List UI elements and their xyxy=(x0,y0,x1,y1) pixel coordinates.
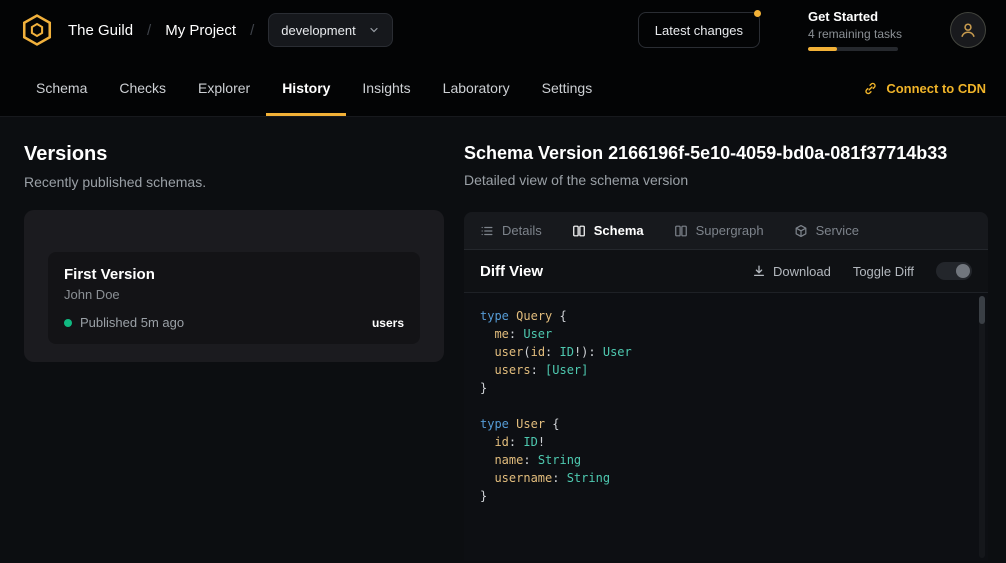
tab-insights[interactable]: Insights xyxy=(346,60,426,116)
code-line xyxy=(480,397,972,415)
version-detail-section: Schema Version 2166196f-5e10-4059-bd0a-0… xyxy=(464,117,1006,563)
tab-history[interactable]: History xyxy=(266,60,346,116)
latest-changes-button[interactable]: Latest changes xyxy=(638,12,760,48)
toggle-diff-label: Toggle Diff xyxy=(853,264,914,279)
breadcrumb-org[interactable]: The Guild xyxy=(68,22,133,39)
diff-view-title: Diff View xyxy=(480,263,543,280)
code-line: users: [User] xyxy=(480,361,972,379)
detail-tab-schema[interactable]: Schema xyxy=(572,223,644,238)
diff-actions: Download Toggle Diff xyxy=(752,262,972,280)
versions-title: Versions xyxy=(24,143,440,166)
get-started-progress-bar xyxy=(808,47,898,51)
versions-subtitle: Recently published schemas. xyxy=(24,174,440,190)
version-detail-panel: Details Schema Supergraph Service Diff View… xyxy=(464,212,988,561)
nav-tabs: SchemaChecksExplorerHistoryInsightsLabor… xyxy=(20,60,608,116)
breadcrumb-project[interactable]: My Project xyxy=(165,22,236,39)
link-icon xyxy=(863,81,878,96)
version-author: John Doe xyxy=(64,287,404,302)
hive-logo-icon[interactable] xyxy=(20,13,54,47)
breadcrumb-separator: / xyxy=(147,22,151,39)
detail-tab-label: Supergraph xyxy=(696,223,764,238)
service-icon xyxy=(794,224,808,238)
published-status-dot xyxy=(64,319,72,327)
download-button[interactable]: Download xyxy=(752,264,831,279)
version-list-item[interactable]: First Version John Doe Published 5m ago … xyxy=(48,252,420,344)
detail-tab-service[interactable]: Service xyxy=(794,223,859,238)
code-line: name: String xyxy=(480,451,972,469)
progress-fill xyxy=(808,47,837,51)
tab-settings[interactable]: Settings xyxy=(526,60,609,116)
detail-tab-label: Service xyxy=(816,223,859,238)
breadcrumb-separator: / xyxy=(250,22,254,39)
version-detail-subtitle: Detailed view of the schema version xyxy=(464,172,988,188)
detail-tab-details[interactable]: Details xyxy=(480,223,542,238)
tab-explorer[interactable]: Explorer xyxy=(182,60,266,116)
connect-cdn-link[interactable]: Connect to CDN xyxy=(863,60,986,116)
tab-checks[interactable]: Checks xyxy=(103,60,182,116)
target-selector-value: development xyxy=(281,23,355,38)
notification-dot xyxy=(754,10,761,17)
main-content: Versions Recently published schemas. Fir… xyxy=(0,117,1006,563)
version-status-row: Published 5m ago users xyxy=(64,315,404,330)
breadcrumb: The Guild / My Project / development xyxy=(68,13,393,47)
version-status: Published 5m ago xyxy=(80,315,184,330)
user-avatar[interactable] xyxy=(950,12,986,48)
code-line: me: User xyxy=(480,325,972,343)
schema-code-area: type Query { me: User user(id: ID!): Use… xyxy=(464,292,988,561)
schema-icon xyxy=(572,224,586,238)
code-block[interactable]: type Query { me: User user(id: ID!): Use… xyxy=(464,293,988,519)
download-label: Download xyxy=(773,264,831,279)
get-started-title: Get Started xyxy=(808,9,902,24)
version-name: First Version xyxy=(64,266,404,283)
tab-laboratory[interactable]: Laboratory xyxy=(427,60,526,116)
diff-view-header: Diff View Download Toggle Diff xyxy=(464,250,988,292)
list-icon xyxy=(480,224,494,238)
versions-card: First Version John Doe Published 5m ago … xyxy=(24,210,444,362)
scrollbar-thumb[interactable] xyxy=(979,296,985,324)
app: The Guild / My Project / development Lat… xyxy=(0,0,1006,563)
code-line: username: String xyxy=(480,469,972,487)
toggle-diff-switch[interactable] xyxy=(936,262,972,280)
detail-tab-label: Details xyxy=(502,223,542,238)
top-bar-right: Latest changes Get Started 4 remaining t… xyxy=(638,9,986,51)
version-detail-title: Schema Version 2166196f-5e10-4059-bd0a-0… xyxy=(464,143,988,164)
main-nav: SchemaChecksExplorerHistoryInsightsLabor… xyxy=(0,60,1006,117)
service-badge: users xyxy=(372,316,404,330)
versions-section: Versions Recently published schemas. Fir… xyxy=(0,117,464,563)
toggle-knob xyxy=(956,264,970,278)
detail-tab-label: Schema xyxy=(594,223,644,238)
detail-tab-supergraph[interactable]: Supergraph xyxy=(674,223,764,238)
code-line: } xyxy=(480,379,972,397)
target-selector[interactable]: development xyxy=(268,13,392,47)
download-icon xyxy=(752,264,766,278)
code-line: } xyxy=(480,487,972,505)
code-line: type User { xyxy=(480,415,972,433)
code-line: user(id: ID!): User xyxy=(480,343,972,361)
detail-tabs: Details Schema Supergraph Service xyxy=(464,212,988,250)
latest-changes-label: Latest changes xyxy=(655,23,743,38)
code-line: id: ID! xyxy=(480,433,972,451)
get-started-subtitle: 4 remaining tasks xyxy=(808,27,902,41)
connect-cdn-label: Connect to CDN xyxy=(886,81,986,96)
person-icon xyxy=(959,21,977,39)
get-started-widget[interactable]: Get Started 4 remaining tasks xyxy=(808,9,902,51)
supergraph-icon xyxy=(674,224,688,238)
scrollbar xyxy=(979,296,985,558)
tab-schema[interactable]: Schema xyxy=(20,60,103,116)
top-bar: The Guild / My Project / development Lat… xyxy=(0,0,1006,60)
code-line: type Query { xyxy=(480,307,972,325)
chevron-down-icon xyxy=(368,24,380,36)
